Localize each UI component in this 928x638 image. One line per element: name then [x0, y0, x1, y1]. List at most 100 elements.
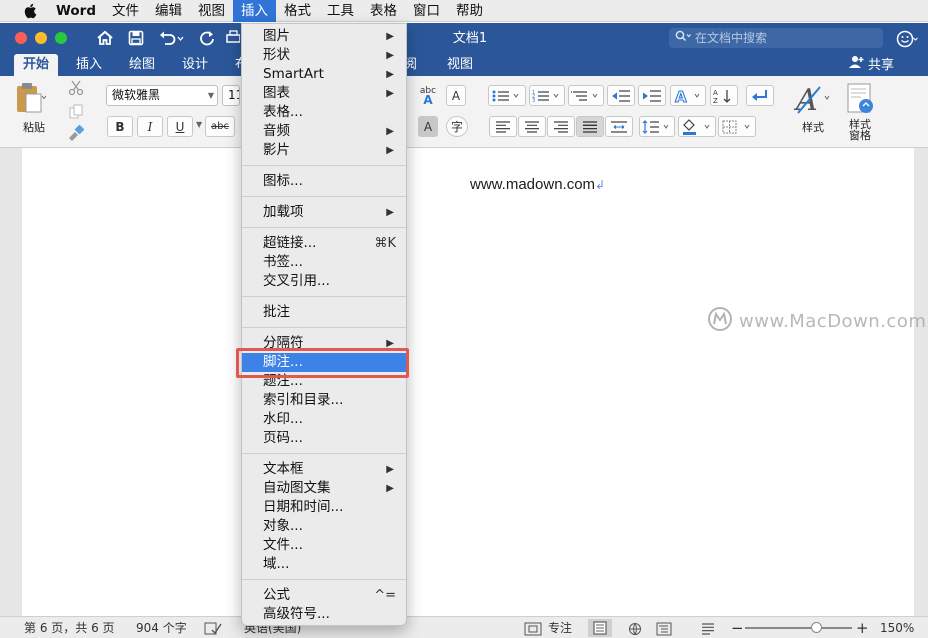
insert-menu-item[interactable]: 域... [242, 555, 406, 574]
insert-menu-item[interactable]: 批注 [242, 303, 406, 322]
insert-menu-item[interactable]: 加载项 ▶ [242, 203, 406, 222]
multilevel-list-button[interactable] [568, 85, 604, 106]
page-count[interactable]: 第 6 页，共 6 页 [24, 617, 115, 638]
home-icon[interactable] [94, 27, 116, 49]
zoom-slider-track[interactable] [745, 627, 852, 629]
insert-menu-item[interactable]: 高级符号... [242, 605, 406, 624]
save-icon[interactable] [125, 27, 147, 49]
styles-icon[interactable]: A [793, 82, 834, 120]
text-effects-button[interactable]: A [670, 85, 706, 106]
font-size-select[interactable]: 11 [222, 85, 240, 106]
print-icon[interactable] [226, 27, 240, 49]
apple-icon[interactable] [20, 0, 40, 22]
insert-menu-item[interactable]: 超链接... ⌘K [242, 234, 406, 253]
tab-draw[interactable]: 绘图 [120, 54, 164, 76]
document-page[interactable] [22, 148, 914, 616]
copy-icon[interactable] [68, 104, 84, 124]
increase-indent-button[interactable] [638, 85, 666, 106]
sort-button[interactable]: AZ [710, 85, 738, 106]
bold-button[interactable]: B [107, 116, 133, 137]
insert-menu-item[interactable]: 页码... [242, 429, 406, 448]
menu-table[interactable]: 表格 [362, 0, 405, 22]
insert-menu-item[interactable]: 书签... [242, 253, 406, 272]
close-window-button[interactable] [15, 32, 27, 44]
change-case-button[interactable]: abc A [413, 85, 443, 106]
insert-menu-item[interactable]: 日期和时间... [242, 498, 406, 517]
borders-button[interactable] [718, 116, 756, 137]
insert-menu-item[interactable]: 水印... [242, 410, 406, 429]
char-border-button[interactable]: A [446, 85, 466, 106]
outline-view-icon[interactable] [656, 621, 672, 636]
focus-label[interactable]: 专注 [548, 617, 572, 638]
line-spacing-button[interactable] [639, 116, 675, 137]
menu-tools[interactable]: 工具 [319, 0, 362, 22]
tab-view[interactable]: 视图 [438, 54, 482, 76]
document-body-text[interactable]: www.madown.com↲ [470, 176, 605, 193]
menu-view[interactable]: 视图 [190, 0, 233, 22]
font-name-select[interactable]: 微软雅黑 ▼ [106, 85, 218, 106]
insert-menu-item[interactable]: 图标... [242, 172, 406, 191]
enclose-char-button[interactable]: 字 [446, 116, 468, 137]
insert-menu-item[interactable]: 交叉引用... [242, 272, 406, 291]
minimize-window-button[interactable] [35, 32, 47, 44]
underline-button[interactable]: U [167, 116, 193, 137]
shading-button[interactable] [678, 116, 716, 137]
tab-insert[interactable]: 插入 [67, 54, 111, 76]
strikethrough-button[interactable]: abc [205, 116, 235, 137]
undo-icon[interactable] [156, 27, 186, 49]
web-layout-icon[interactable] [628, 621, 644, 636]
zoom-slider-thumb[interactable] [810, 622, 822, 633]
print-layout-button[interactable] [588, 619, 612, 637]
insert-menu-item[interactable]: 图表 ▶ [242, 84, 406, 103]
zoom-window-button[interactable] [55, 32, 67, 44]
zoom-in-button[interactable]: + [856, 617, 869, 638]
menu-window[interactable]: 窗口 [405, 0, 448, 22]
search-input[interactable] [695, 31, 865, 45]
cut-icon[interactable] [68, 80, 84, 100]
insert-menu-item[interactable]: 影片 ▶ [242, 141, 406, 160]
justify-button[interactable] [576, 116, 604, 137]
insert-menu-item[interactable]: 表格... [242, 103, 406, 122]
chevron-down-icon[interactable]: ▼ [196, 120, 202, 129]
char-shading-button[interactable]: A [418, 116, 438, 137]
tab-home[interactable]: 开始 [14, 54, 59, 76]
paste-icon[interactable] [14, 81, 47, 115]
feedback-smiley-icon[interactable] [896, 29, 918, 49]
align-center-button[interactable] [518, 116, 546, 137]
styles-pane-icon[interactable] [846, 82, 876, 118]
word-count[interactable]: 904 个字 [136, 617, 187, 638]
numbering-button[interactable]: 123 [529, 85, 565, 106]
distributed-button[interactable] [605, 116, 633, 137]
insert-menu-item[interactable]: 文本框 ▶ [242, 460, 406, 479]
menu-app-word[interactable]: Word [48, 0, 104, 22]
insert-menu-item[interactable]: 索引和目录... [242, 391, 406, 410]
draft-view-icon[interactable] [700, 621, 716, 635]
insert-menu-item[interactable]: 音频 ▶ [242, 122, 406, 141]
align-right-button[interactable] [547, 116, 575, 137]
share-button[interactable]: 共享 [848, 54, 894, 76]
align-left-button[interactable] [489, 116, 517, 137]
zoom-out-button[interactable]: − [731, 617, 744, 638]
insert-menu-item[interactable]: 公式 ^= [242, 586, 406, 605]
redo-icon[interactable] [196, 27, 218, 49]
insert-menu-item[interactable]: 自动图文集 ▶ [242, 479, 406, 498]
bullets-button[interactable] [488, 85, 526, 106]
format-painter-icon[interactable] [66, 124, 86, 146]
proofing-icon[interactable] [204, 621, 222, 635]
insert-menu-item[interactable]: 对象... [242, 517, 406, 536]
focus-icon[interactable] [524, 621, 542, 636]
menu-file[interactable]: 文件 [104, 0, 147, 22]
document-search[interactable] [669, 28, 883, 48]
insert-menu-item[interactable]: 图片 ▶ [242, 27, 406, 46]
insert-menu-item[interactable]: 形状 ▶ [242, 46, 406, 65]
menu-edit[interactable]: 编辑 [147, 0, 190, 22]
menu-help[interactable]: 帮助 [448, 0, 491, 22]
insert-menu-item[interactable]: SmartArt ▶ [242, 65, 406, 84]
italic-button[interactable]: I [137, 116, 163, 137]
tab-design[interactable]: 设计 [173, 54, 217, 76]
show-formatting-button[interactable] [746, 85, 774, 106]
insert-menu-item[interactable]: 文件... [242, 536, 406, 555]
menu-insert[interactable]: 插入 [233, 0, 277, 22]
decrease-indent-button[interactable] [607, 85, 635, 106]
menu-format[interactable]: 格式 [276, 0, 319, 22]
